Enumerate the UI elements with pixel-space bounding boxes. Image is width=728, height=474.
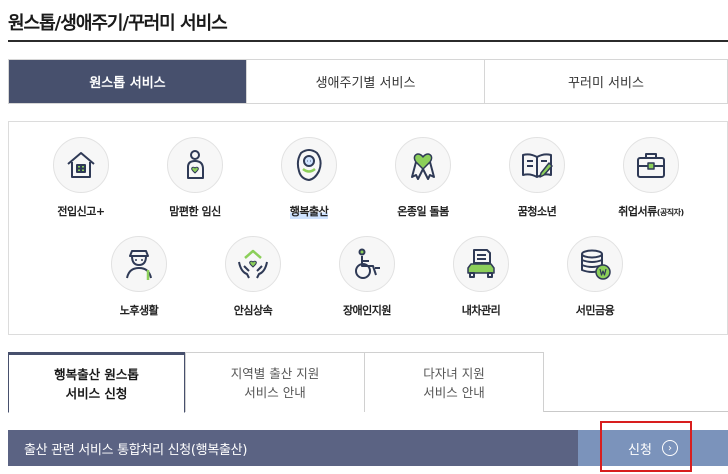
book-pen-icon xyxy=(522,153,553,178)
tab-onestop[interactable]: 원스톱 서비스 xyxy=(9,60,246,103)
service-my-car[interactable]: 내차관리 xyxy=(425,236,537,318)
service-label: 장애인지원 xyxy=(342,304,392,317)
service-employment-docs[interactable]: 취업서류(공직자) xyxy=(595,137,707,219)
service-pregnancy[interactable]: 맘편한 임신 xyxy=(139,137,251,219)
apply-bar: 출산 관련 서비스 통합처리 신청(행복출산) 신청 › xyxy=(8,430,728,466)
service-label: 꿈청소년 xyxy=(517,205,557,218)
service-all-day-care[interactable]: 온종일 돌봄 xyxy=(367,137,479,219)
service-label: 내차관리 xyxy=(461,304,501,317)
house-icon xyxy=(67,152,95,178)
sub-tab-onestop-apply[interactable]: 행복출산 원스톱 서비스 신청 xyxy=(8,352,185,413)
main-tabs: 원스톱 서비스 생애주기별 서비스 꾸러미 서비스 xyxy=(8,59,728,104)
service-label: 안심상속 xyxy=(233,304,273,317)
hands-house-icon xyxy=(238,249,268,279)
service-label: 노후생활 xyxy=(119,304,159,317)
title-divider xyxy=(8,40,728,42)
pregnant-icon xyxy=(187,150,204,179)
service-retirement[interactable]: 노후생활 xyxy=(83,236,195,318)
briefcase-icon xyxy=(637,153,665,178)
page-title: 원스톱/생애주기/꾸러미 서비스 xyxy=(8,13,228,34)
apply-button[interactable]: 신청 › xyxy=(578,430,728,466)
sub-tab-regional-support[interactable]: 지역별 출산 지원 서비스 안내 xyxy=(185,352,365,412)
service-label: 맘편한 임신 xyxy=(169,205,221,218)
service-icon-panel: 전입신고+ 맘편한 임신 행복출산 온종일 돌봄 꿈청소년 취업서류(공직자) … xyxy=(8,121,728,335)
service-low-income-finance[interactable]: 서민금융 xyxy=(539,236,651,318)
tab-package[interactable]: 꾸러미 서비스 xyxy=(484,60,727,103)
service-disability-support[interactable]: 장애인지원 xyxy=(311,236,423,318)
car-document-icon xyxy=(467,249,495,278)
tab-lifecycle[interactable]: 생애주기별 서비스 xyxy=(246,60,484,103)
elderly-icon xyxy=(126,250,152,280)
baby-icon xyxy=(296,149,322,181)
service-happy-birth[interactable]: 행복출산 xyxy=(253,137,365,219)
service-youth-dream[interactable]: 꿈청소년 xyxy=(481,137,593,219)
service-label: 행복출산 xyxy=(289,203,329,219)
service-move-in[interactable]: 전입신고+ xyxy=(25,137,137,219)
sub-tab-multi-child[interactable]: 다자녀 지원 서비스 안내 xyxy=(364,352,544,412)
apply-description: 출산 관련 서비스 통합처리 신청(행복출산) xyxy=(24,442,248,458)
coins-icon xyxy=(581,249,611,280)
service-label: 서민금융 xyxy=(575,304,615,317)
service-inheritance[interactable]: 안심상속 xyxy=(197,236,309,318)
service-label: 온종일 돌봄 xyxy=(397,205,449,218)
service-label: 취업서류(공직자) xyxy=(618,205,684,218)
service-label: 전입신고+ xyxy=(57,205,105,218)
circle-arrow-right-icon: › xyxy=(661,440,678,456)
label-suffix: (공직자) xyxy=(656,208,684,217)
apply-button-label: 신청 xyxy=(628,442,652,458)
wheelchair-icon xyxy=(355,248,380,279)
ribbon-heart-icon xyxy=(411,153,435,180)
